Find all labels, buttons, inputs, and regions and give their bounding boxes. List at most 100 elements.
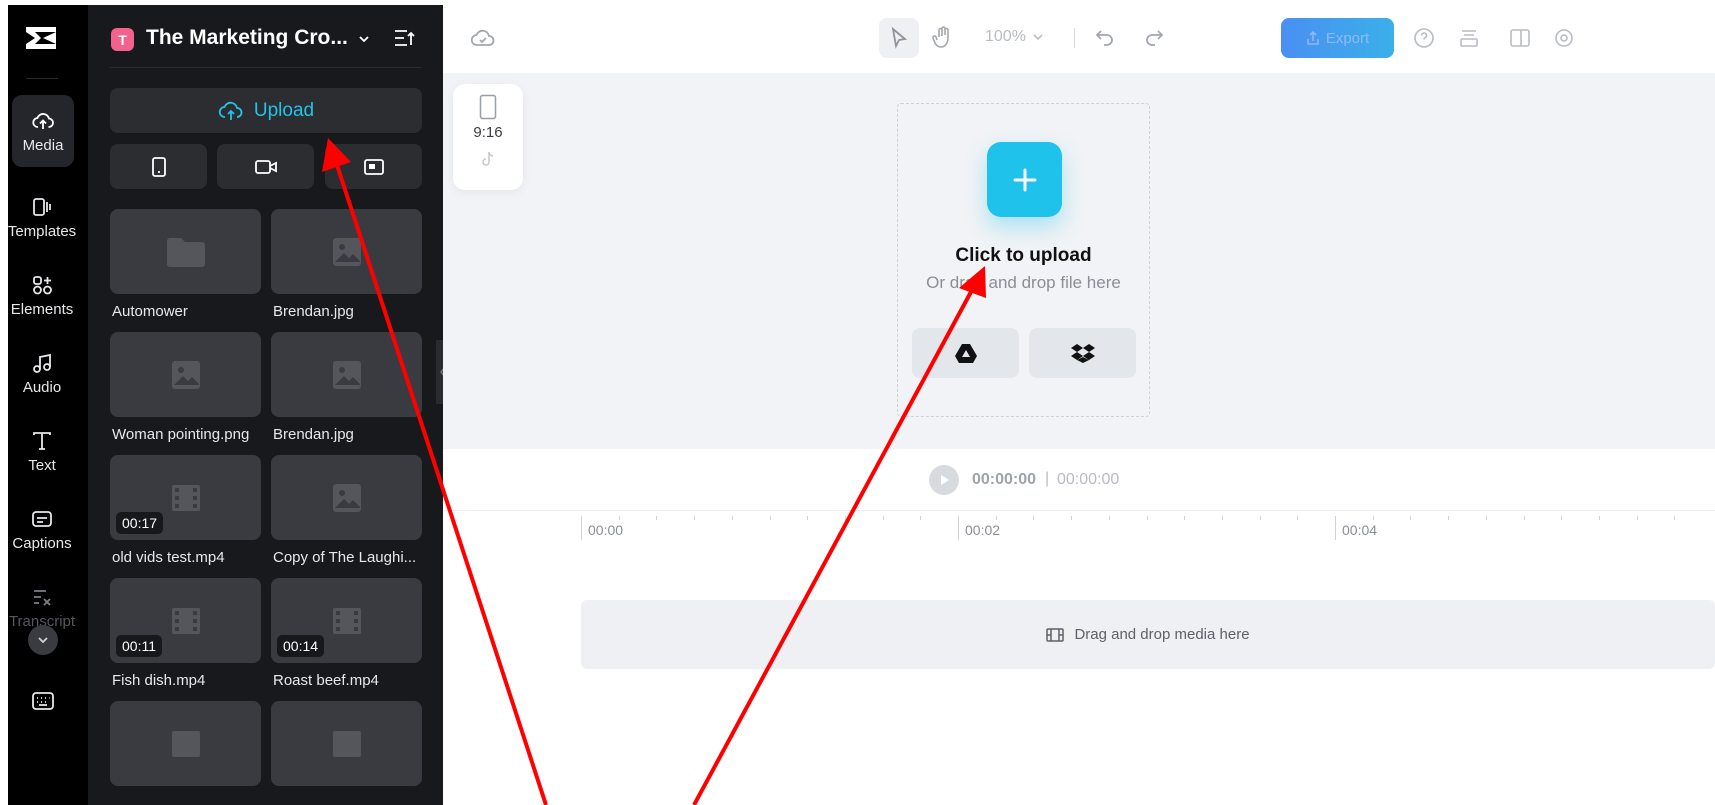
ruler-tick-minor xyxy=(807,516,808,520)
media-tile-video[interactable]: 00:11 xyxy=(110,578,261,663)
panel-divider xyxy=(110,67,422,68)
ruler-tick-minor xyxy=(732,516,733,520)
media-tile-video[interactable] xyxy=(271,701,422,786)
redo-icon[interactable] xyxy=(1142,26,1166,50)
tiktok-icon xyxy=(482,151,494,166)
dropbox-button[interactable] xyxy=(1029,328,1136,378)
ruler-tick-minor xyxy=(1410,516,1411,520)
rail-divider xyxy=(26,78,58,79)
sort-icon[interactable] xyxy=(392,27,416,49)
upload-button[interactable]: Upload xyxy=(110,88,422,133)
ruler-tick-minor xyxy=(770,516,771,520)
ruler-tick-minor xyxy=(920,516,921,520)
chevron-down-icon[interactable] xyxy=(356,31,372,47)
timeline-divider xyxy=(443,510,1715,511)
screen-icon xyxy=(363,158,384,175)
ruler-tick-minor xyxy=(1561,516,1562,520)
cursor-icon xyxy=(891,27,908,49)
media-tile-image[interactable] xyxy=(271,455,422,540)
format-camera-button[interactable] xyxy=(217,144,314,189)
keyboard-icon[interactable] xyxy=(30,688,56,714)
plus-icon xyxy=(1013,168,1036,191)
ruler-tick-major xyxy=(1335,516,1336,540)
image-icon xyxy=(332,360,361,389)
music-note-icon xyxy=(33,353,51,373)
rail-item-text[interactable]: Text xyxy=(8,415,76,487)
google-drive-button[interactable] xyxy=(912,328,1019,378)
export-button[interactable]: Export xyxy=(1281,18,1394,58)
ruler-tick-minor xyxy=(1109,516,1110,520)
ruler-tick-minor xyxy=(694,516,695,520)
media-tile-image[interactable] xyxy=(271,332,422,417)
workspace-avatar[interactable]: T xyxy=(111,28,134,51)
ruler-tick-minor xyxy=(1674,516,1675,520)
toolbar-divider xyxy=(1074,28,1075,48)
ruler-tick-major xyxy=(581,516,582,540)
portrait-frame-icon xyxy=(479,94,497,120)
ruler-tick-minor xyxy=(1448,516,1449,520)
upload-title[interactable]: Click to upload xyxy=(897,245,1150,267)
settings-icon[interactable] xyxy=(1552,26,1576,50)
play-button[interactable] xyxy=(929,465,959,495)
left-rail: Media Templates Elements Audio Text Capt… xyxy=(8,5,88,805)
duration-badge: 00:14 xyxy=(277,635,325,657)
track-hint: Drag and drop media here xyxy=(1074,626,1250,643)
film-icon xyxy=(171,607,200,634)
upload-label: Upload xyxy=(253,99,315,121)
media-tile-folder[interactable] xyxy=(110,209,261,294)
rail-item-templates[interactable]: Templates xyxy=(8,181,76,253)
zoom-select[interactable]: 100% xyxy=(985,28,1044,46)
media-name: Roast beef.mp4 xyxy=(273,672,379,689)
ruler-tick-minor xyxy=(1373,516,1374,520)
undo-icon[interactable] xyxy=(1093,26,1117,50)
workspace-name[interactable]: The Marketing Cro... xyxy=(146,26,348,50)
ruler-label: 00:00 xyxy=(588,522,624,538)
layers-icon[interactable] xyxy=(1457,26,1481,50)
cloud-upload-icon xyxy=(218,101,243,120)
ruler-tick-minor xyxy=(1147,516,1148,520)
export-icon xyxy=(1307,30,1319,45)
rail-label: Audio xyxy=(22,378,62,396)
capcut-logo-icon[interactable] xyxy=(23,23,59,53)
cloud-sync-icon[interactable] xyxy=(470,26,496,50)
add-media-button[interactable] xyxy=(987,142,1062,217)
format-portrait-button[interactable] xyxy=(110,144,207,189)
media-name: old vids test.mp4 xyxy=(112,549,225,566)
media-tile-image[interactable] xyxy=(271,209,422,294)
elements-icon xyxy=(33,275,52,294)
rail-item-audio[interactable]: Audio xyxy=(8,337,76,409)
zoom-value: 100% xyxy=(985,28,1026,45)
media-track-dropzone[interactable]: Drag and drop media here xyxy=(581,600,1715,669)
rail-more-button[interactable] xyxy=(28,625,58,655)
hand-tool-icon[interactable] xyxy=(931,25,955,51)
phone-icon xyxy=(151,156,166,177)
media-name: Fish dish.mp4 xyxy=(112,672,206,689)
film-icon xyxy=(171,730,200,757)
camera-icon xyxy=(254,159,277,174)
rail-item-media[interactable]: Media xyxy=(12,95,74,167)
format-screen-button[interactable] xyxy=(325,144,422,189)
duration-badge: 00:11 xyxy=(116,635,162,657)
ruler-tick-minor xyxy=(883,516,884,520)
media-tile-video[interactable]: 00:17 xyxy=(110,455,261,540)
help-icon[interactable] xyxy=(1412,26,1436,50)
panel-toggle-icon[interactable] xyxy=(1508,26,1532,50)
ruler-label: 00:04 xyxy=(1342,522,1378,538)
aspect-ratio-card[interactable]: 9:16 xyxy=(453,84,523,190)
export-label: Export xyxy=(1325,29,1370,47)
rail-label: Templates xyxy=(7,222,77,240)
rail-item-elements[interactable]: Elements xyxy=(8,259,76,331)
media-tile-video[interactable]: 00:14 xyxy=(271,578,422,663)
rail-label: Captions xyxy=(12,534,72,552)
ruler-label: 00:02 xyxy=(965,522,1001,538)
media-tile-image[interactable] xyxy=(110,332,261,417)
text-icon xyxy=(33,431,51,450)
time-separator: | xyxy=(1045,470,1050,487)
film-icon xyxy=(171,484,200,511)
film-strip-icon xyxy=(1046,627,1065,642)
rail-item-captions[interactable]: Captions xyxy=(8,493,76,565)
select-tool-button[interactable] xyxy=(879,18,919,58)
media-tile-video[interactable] xyxy=(110,701,261,786)
media-panel: T The Marketing Cro... Upload Automower … xyxy=(88,5,443,805)
google-drive-icon xyxy=(954,344,977,363)
